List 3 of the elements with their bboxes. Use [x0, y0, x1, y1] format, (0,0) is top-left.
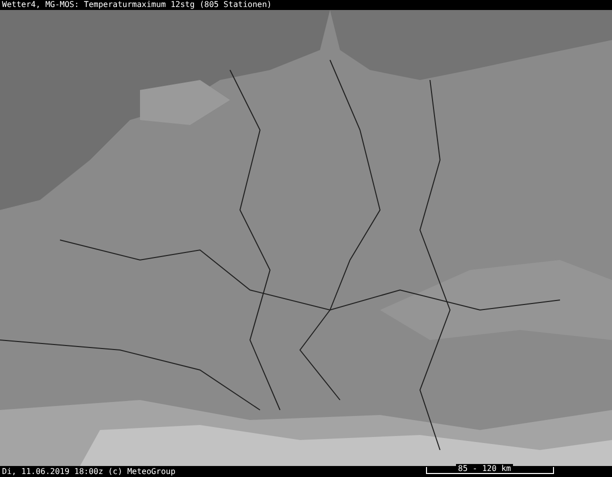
scale-label: 85 - 120 km: [456, 464, 513, 473]
window-title: Wetter4, MG-MOS: Temperaturmaximum 12stg (805 Stationen): [2, 0, 272, 9]
status-text: Di, 11.06.2019 18:00z (c) MeteoGroup: [2, 466, 176, 477]
